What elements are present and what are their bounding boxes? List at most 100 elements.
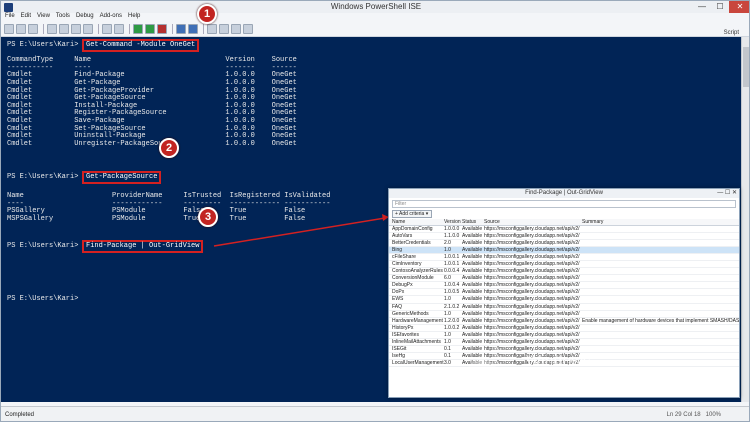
maximize-button[interactable]: ☐ — [711, 1, 729, 13]
cell-version: 2.0 — [444, 240, 451, 247]
cell-source: https://msconfiggallery.cloudapp.net/api… — [484, 254, 580, 261]
table-row[interactable]: ContosoAnalyzerRules 0.0.0.4 Available http… — [389, 268, 739, 276]
stop-icon[interactable] — [157, 23, 167, 34]
cell-version: 1.0 — [444, 310, 451, 317]
cell-status: Available — [462, 226, 483, 232]
gridview-title: Find-Package | Out-GridView — [525, 190, 603, 196]
cell-status: Available — [462, 289, 483, 296]
scrollbar-thumb[interactable] — [743, 47, 749, 87]
cell-version: 1.0.0.5 — [444, 289, 460, 296]
cell-version: 1.0.0.2 — [444, 324, 460, 331]
step-badge-2: 2 — [159, 138, 179, 158]
layout-icon[interactable] — [219, 23, 229, 34]
menu-view[interactable]: View — [37, 13, 50, 21]
cell-version: 6.0 — [444, 275, 451, 282]
add-criteria-button[interactable]: + Add criteria ▾ — [392, 210, 432, 218]
cell-status: Available — [462, 268, 483, 275]
table-row[interactable]: EWS 1.0 Available https://msconfiggallery.c… — [389, 296, 739, 304]
table-row[interactable]: HardwareManagement 1.2.0.0 Available https:… — [389, 318, 739, 325]
menu-edit[interactable]: Edit — [21, 13, 31, 21]
run-selection-icon[interactable] — [145, 23, 155, 34]
gridview-filter-input[interactable]: Filter — [392, 200, 736, 208]
redo-icon[interactable] — [114, 23, 124, 34]
cell-name: ContosoAnalyzerRules — [392, 268, 443, 275]
zoom-level: 100% — [705, 412, 721, 418]
table-row[interactable]: InlineMailAttachments 1.0 Available https:/… — [389, 339, 739, 346]
col-summary-header[interactable]: Summary — [582, 219, 739, 225]
cell-summary — [582, 304, 739, 310]
cell-summary — [582, 268, 739, 274]
cursor-position: Ln 29 Col 18 100% — [666, 412, 721, 418]
open-icon[interactable] — [16, 23, 26, 34]
cell-source: https://msconfiggallery.cloudapp.net/api… — [484, 226, 580, 232]
cut-icon[interactable] — [47, 23, 57, 34]
cell-source: https://msconfiggallery.cloudapp.net/api… — [484, 317, 580, 324]
menu-bar: File Edit View Tools Debug Add-ons Help — [1, 13, 749, 21]
menu-tools[interactable]: Tools — [56, 13, 70, 21]
table-row[interactable]: AppDomainConfig 1.0.0.0 Available https://m… — [389, 226, 739, 234]
start-powershell-icon[interactable] — [188, 23, 198, 34]
step-badge-1: 1 — [197, 4, 217, 24]
table-row[interactable]: BetterCredentials 2.0 Available https://msc… — [389, 240, 739, 248]
col-version-header[interactable]: Version — [444, 219, 462, 225]
table-row[interactable]: ISEfavorites 1.0 Available https://msconfig… — [389, 332, 739, 339]
table-row[interactable]: Bing 1.0 Available https://msconfiggallery.… — [389, 247, 739, 255]
table-row[interactable]: DoPx 1.0.0.5 Available https://msconfiggall… — [389, 289, 739, 297]
cell-summary — [582, 282, 739, 288]
cell-version: 1.2.0.0 — [444, 317, 460, 324]
cell-status: Available — [462, 247, 483, 254]
status-bar: Completed Ln 29 Col 18 100% — [1, 406, 749, 421]
run-script-icon[interactable] — [133, 23, 143, 34]
layout-icon[interactable] — [207, 23, 217, 34]
layout-icon[interactable] — [231, 23, 241, 34]
cell-name: ISEfavorites — [392, 331, 419, 338]
show-commands-icon[interactable] — [243, 23, 253, 34]
new-remote-tab-icon[interactable] — [176, 23, 186, 34]
tenforums-watermark: Windows TenForums — [456, 349, 736, 401]
cell-version: 1.0.0.4 — [444, 282, 460, 289]
col-name-header[interactable]: Name — [389, 219, 444, 225]
cell-status: Available — [462, 303, 483, 310]
cell-version: 0.0.0.4 — [444, 268, 460, 275]
cell-status: Available — [462, 324, 483, 331]
undo-icon[interactable] — [102, 23, 112, 34]
new-script-icon[interactable] — [4, 23, 14, 34]
cell-summary: Enable management of hardware devices th… — [582, 317, 739, 324]
table-row[interactable]: DebugPx 1.0.0.4 Available https://msconfigg… — [389, 282, 739, 290]
col-source-header[interactable]: Source — [484, 219, 582, 225]
watermark-tenforums: TenForums — [516, 365, 686, 401]
table-row[interactable]: CimInventory 1.0.0.1 Available https://msco… — [389, 261, 739, 269]
toolbar — [1, 21, 749, 37]
close-button[interactable]: ✕ — [729, 1, 749, 13]
table-row[interactable]: cFileShare 1.0.0.1 Available https://msconf… — [389, 254, 739, 262]
table-row[interactable]: AutoVars 1.1.0.0 Available https://msconfig… — [389, 233, 739, 241]
toolbar-divider — [98, 23, 99, 34]
clear-console-icon[interactable] — [83, 23, 93, 34]
table-row[interactable]: HistoryPx 1.0.0.2 Available https://msconfi… — [389, 325, 739, 332]
table-row[interactable]: FAQ 2.1.0.2 Available https://msconfiggalle… — [389, 304, 739, 311]
cell-version: 2.1.0.2 — [444, 303, 460, 310]
cell-version: 1.0 — [444, 338, 451, 345]
menu-debug[interactable]: Debug — [76, 13, 94, 21]
cell-summary — [582, 311, 739, 317]
gridview-title-bar: Find-Package | Out-GridView — ☐ ✕ — [389, 189, 739, 198]
table-row[interactable]: GenericMethods 1.0 Available https://msconf… — [389, 311, 739, 318]
table-row[interactable]: ConversionModule 6.0 Available https://msco… — [389, 275, 739, 283]
gridview-window-controls[interactable]: — ☐ ✕ — [717, 189, 737, 198]
col-status-header[interactable]: Status — [462, 219, 484, 225]
copy-icon[interactable] — [59, 23, 69, 34]
minimize-button[interactable]: — — [693, 1, 711, 13]
save-icon[interactable] — [28, 23, 38, 34]
cell-source: https://msconfiggallery.cloudapp.net/api… — [484, 282, 580, 289]
cell-status: Available — [462, 317, 483, 324]
cell-source: https://msconfiggallery.cloudapp.net/api… — [484, 324, 580, 331]
menu-file[interactable]: File — [5, 13, 15, 21]
step-badge-3: 3 — [198, 207, 218, 227]
menu-help[interactable]: Help — [128, 13, 140, 21]
script-pane-toggle[interactable]: Script — [724, 30, 739, 36]
console-scrollbar[interactable] — [741, 37, 749, 402]
menu-add-ons[interactable]: Add-ons — [100, 13, 122, 21]
paste-icon[interactable] — [71, 23, 81, 34]
cell-status: Available — [462, 338, 483, 345]
toolbar-divider — [203, 23, 204, 34]
